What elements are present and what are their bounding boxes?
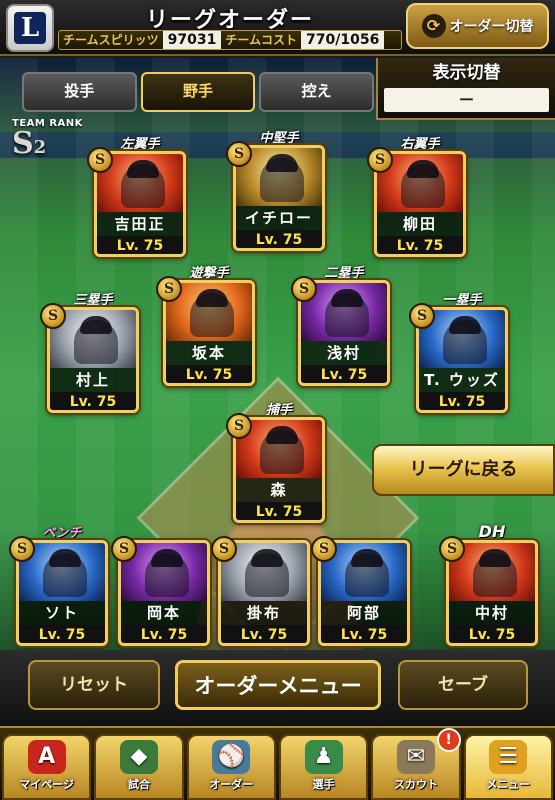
player-name: 岡本: [121, 601, 207, 625]
nav-scout[interactable]: ✉ スカウト !: [371, 728, 461, 800]
team-logo-letter: L: [14, 12, 46, 44]
player-name: 森: [236, 478, 322, 502]
bench-player-card[interactable]: S 阿部 Lv. 75: [311, 536, 410, 646]
order-controls: リセット オーダーメニュー セーブ: [0, 650, 555, 726]
tab-reserves[interactable]: 控え: [259, 72, 375, 112]
save-button[interactable]: セーブ: [398, 660, 528, 710]
team-stats: チームスピリッツ 97031 チームコスト 770/1056: [58, 30, 402, 50]
nav-label: スカウト: [393, 778, 438, 791]
bottom-nav: A マイページ ◆ 試合 ⚾ オーダー ♟ 選手 ✉ スカウト ! ☰ メニュー: [0, 726, 555, 800]
player-card-left-field[interactable]: 左翼手 S 吉田正 Lv. 75: [87, 137, 186, 257]
grade-badge-icon: S: [87, 147, 113, 173]
player-icon: ♟: [304, 740, 343, 774]
position-tabs: 投手 野手 控え: [22, 72, 375, 112]
bench-player-card[interactable]: S 掛布 Lv. 75: [211, 536, 310, 646]
player-level: Lv. 75: [449, 625, 535, 643]
player-name: 坂本: [166, 341, 252, 365]
player-level: Lv. 75: [166, 365, 252, 383]
grade-badge-icon: S: [226, 413, 252, 439]
nav-match[interactable]: ◆ 試合: [94, 734, 184, 800]
player-name: イチロー: [236, 206, 322, 230]
team-rank-letter: S: [12, 126, 34, 161]
player-name: ソト: [19, 601, 105, 625]
player-level: Lv. 75: [236, 230, 322, 248]
spirit-label: チームスピリッツ: [63, 33, 159, 47]
mypage-icon: A: [27, 740, 66, 774]
nav-label: メニュー: [486, 778, 531, 791]
order-icon: ⚾: [212, 740, 251, 774]
player-card-catcher[interactable]: 捕手 S 森 Lv. 75: [226, 403, 325, 523]
player-card-right-field[interactable]: 右翼手 S 柳田 Lv. 75: [367, 137, 466, 257]
team-logo: L: [6, 4, 54, 52]
nav-label: オーダー: [209, 778, 254, 791]
player-level: Lv. 75: [121, 625, 207, 643]
player-level: Lv. 75: [221, 625, 307, 643]
nav-menu[interactable]: ☰ メニュー: [463, 734, 553, 800]
player-name: 村上: [50, 368, 136, 392]
player-card-center-field[interactable]: 中堅手 S イチロー Lv. 75: [226, 131, 325, 251]
player-name: 柳田: [377, 212, 463, 236]
player-level: Lv. 75: [321, 625, 407, 643]
swap-arrows-icon: ⟳: [421, 14, 446, 38]
nav-mypage[interactable]: A マイページ: [2, 734, 92, 800]
header-bar: L リーグオーダー チームスピリッツ 97031 チームコスト 770/1056…: [0, 0, 555, 56]
grade-badge-icon: S: [291, 276, 317, 302]
player-name: 浅村: [301, 341, 387, 365]
player-card-dh[interactable]: DH S 中村 Lv. 75: [439, 522, 538, 646]
grade-badge-icon: S: [156, 276, 182, 302]
nav-order[interactable]: ⚾ オーダー: [186, 734, 276, 800]
player-card-shortstop[interactable]: 遊撃手 S 坂本 Lv. 75: [156, 266, 255, 386]
player-level: Lv. 75: [50, 392, 136, 410]
grade-badge-icon: S: [367, 147, 393, 173]
player-name: 吉田正: [97, 212, 183, 236]
menu-icon: ☰: [489, 740, 528, 774]
cost-value: 770/1056: [301, 31, 385, 49]
stadium-icon: ◆: [119, 740, 158, 774]
grade-badge-icon: S: [211, 536, 237, 562]
player-name: 阿部: [321, 601, 407, 625]
nav-label: 試合: [127, 778, 150, 791]
grade-badge-icon: S: [111, 536, 137, 562]
order-menu-button[interactable]: オーダーメニュー: [175, 660, 381, 710]
grade-badge-icon: S: [226, 141, 252, 167]
reset-button[interactable]: リセット: [28, 660, 160, 710]
nav-players[interactable]: ♟ 選手: [278, 734, 369, 800]
player-name: T. ウッズ: [419, 368, 505, 392]
grade-badge-icon: S: [9, 536, 35, 562]
display-toggle-label: 表示切替: [432, 63, 501, 83]
player-name: 中村: [449, 601, 535, 625]
order-swap-button[interactable]: ⟳ オーダー切替: [406, 3, 549, 49]
alert-badge: !: [436, 728, 461, 752]
grade-badge-icon: S: [409, 303, 435, 329]
player-card-first-base[interactable]: 一塁手 S T. ウッズ Lv. 75: [409, 293, 508, 413]
team-rank-sub: 2: [33, 137, 47, 158]
team-rank: TEAM RANK S2: [12, 118, 92, 163]
player-level: Lv. 75: [236, 502, 322, 520]
cost-label: チームコスト: [225, 33, 298, 47]
tab-pitchers[interactable]: 投手: [22, 72, 137, 112]
player-card-second-base[interactable]: 二塁手 S 浅村 Lv. 75: [291, 266, 390, 386]
scout-icon: ✉: [396, 740, 435, 774]
spirit-value: 97031: [162, 31, 222, 49]
grade-badge-icon: S: [439, 536, 465, 562]
player-level: Lv. 75: [301, 365, 387, 383]
nav-label: マイページ: [19, 778, 75, 791]
tab-fielders[interactable]: 野手: [140, 72, 256, 112]
player-level: Lv. 75: [377, 236, 463, 254]
grade-badge-icon: S: [311, 536, 337, 562]
order-swap-label: オーダー切替: [449, 19, 534, 35]
nav-label: 選手: [312, 778, 335, 791]
display-toggle-value: ー: [384, 88, 549, 112]
grade-badge-icon: S: [40, 303, 66, 329]
player-card-third-base[interactable]: 三塁手 S 村上 Lv. 75: [40, 293, 139, 413]
back-to-league-button[interactable]: リーグに戻る: [372, 444, 555, 496]
bench-player-card[interactable]: ベンチ S ソト Lv. 75: [9, 526, 108, 646]
team-rank-value: S2: [12, 129, 92, 163]
bench-player-card[interactable]: S 岡本 Lv. 75: [111, 536, 210, 646]
player-name: 掛布: [221, 601, 307, 625]
player-level: Lv. 75: [19, 625, 105, 643]
display-toggle[interactable]: 表示切替 ー: [376, 58, 555, 120]
player-level: Lv. 75: [97, 236, 183, 254]
player-level: Lv. 75: [419, 392, 505, 410]
